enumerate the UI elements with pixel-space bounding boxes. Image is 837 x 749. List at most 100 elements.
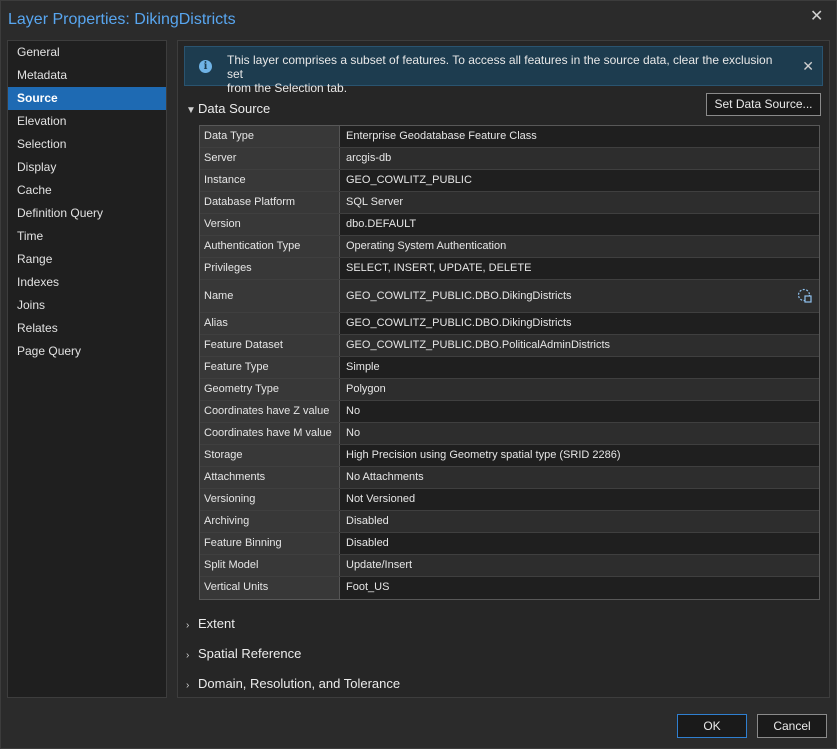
info-icon: i	[199, 60, 212, 73]
sidebar-item-time[interactable]: Time	[8, 225, 166, 248]
sidebar-item-page-query[interactable]: Page Query	[8, 340, 166, 363]
layer-properties-dialog: Layer Properties: DikingDistricts ✕ Gene…	[0, 0, 837, 749]
property-name: Name	[200, 280, 340, 312]
table-row: Feature Dataset GEO_COWLITZ_PUBLIC.DBO.P…	[200, 335, 819, 357]
property-name: Geometry Type	[200, 379, 340, 400]
extent-section-header[interactable]: › Extent	[186, 616, 235, 632]
table-row: Vertical Units Foot_US	[200, 577, 819, 599]
property-name: Coordinates have Z value	[200, 401, 340, 422]
table-row: Database Platform SQL Server	[200, 192, 819, 214]
property-value: Disabled	[340, 533, 819, 554]
sidebar: General Metadata Source Elevation Select…	[7, 40, 167, 698]
table-row: Coordinates have M value No	[200, 423, 819, 445]
table-row: Storage High Precision using Geometry sp…	[200, 445, 819, 467]
table-row: Name GEO_COWLITZ_PUBLIC.DBO.DikingDistri…	[200, 280, 819, 313]
copy-icon[interactable]	[797, 288, 813, 304]
domain-header-label: Domain, Resolution, and Tolerance	[198, 676, 401, 691]
property-name: Alias	[200, 313, 340, 334]
table-row: Server arcgis-db	[200, 148, 819, 170]
domain-section-header[interactable]: › Domain, Resolution, and Tolerance	[186, 676, 400, 692]
sidebar-item-general[interactable]: General	[8, 41, 166, 64]
set-data-source-button[interactable]: Set Data Source...	[706, 93, 821, 116]
property-name: Vertical Units	[200, 577, 340, 599]
table-row: Feature Binning Disabled	[200, 533, 819, 555]
property-name: Authentication Type	[200, 236, 340, 257]
close-icon[interactable]: ✕	[810, 9, 824, 25]
property-value-text: GEO_COWLITZ_PUBLIC.DBO.DikingDistricts	[346, 290, 572, 302]
sidebar-item-selection[interactable]: Selection	[8, 133, 166, 156]
property-name: Database Platform	[200, 192, 340, 213]
sidebar-item-cache[interactable]: Cache	[8, 179, 166, 202]
table-row: Authentication Type Operating System Aut…	[200, 236, 819, 258]
table-row: Privileges SELECT, INSERT, UPDATE, DELET…	[200, 258, 819, 280]
property-value: SELECT, INSERT, UPDATE, DELETE	[340, 258, 819, 279]
property-value: Enterprise Geodatabase Feature Class	[340, 126, 819, 147]
source-panel: i This layer comprises a subset of featu…	[177, 40, 830, 698]
property-name: Storage	[200, 445, 340, 466]
property-name: Archiving	[200, 511, 340, 532]
sidebar-item-range[interactable]: Range	[8, 248, 166, 271]
table-row: Attachments No Attachments	[200, 467, 819, 489]
extent-header-label: Extent	[198, 616, 235, 631]
sidebar-item-joins[interactable]: Joins	[8, 294, 166, 317]
property-value: No	[340, 401, 819, 422]
property-name: Server	[200, 148, 340, 169]
info-message: This layer comprises a subset of feature…	[227, 53, 787, 95]
sidebar-item-indexes[interactable]: Indexes	[8, 271, 166, 294]
table-row: Data Type Enterprise Geodatabase Feature…	[200, 126, 819, 148]
property-value: Not Versioned	[340, 489, 819, 510]
table-row: Alias GEO_COWLITZ_PUBLIC.DBO.DikingDistr…	[200, 313, 819, 335]
sidebar-item-elevation[interactable]: Elevation	[8, 110, 166, 133]
property-value: High Precision using Geometry spatial ty…	[340, 445, 819, 466]
property-name: Split Model	[200, 555, 340, 576]
chevron-right-icon: ›	[186, 620, 190, 631]
info-message-line-2: from the Selection tab.	[227, 81, 348, 95]
property-name: Feature Type	[200, 357, 340, 378]
property-name: Privileges	[200, 258, 340, 279]
table-row: Instance GEO_COWLITZ_PUBLIC	[200, 170, 819, 192]
property-value: dbo.DEFAULT	[340, 214, 819, 235]
table-row: Split Model Update/Insert	[200, 555, 819, 577]
property-value: GEO_COWLITZ_PUBLIC.DBO.DikingDistricts	[340, 313, 819, 334]
property-name: Feature Dataset	[200, 335, 340, 356]
ok-button[interactable]: OK	[677, 714, 747, 738]
property-value: Operating System Authentication	[340, 236, 819, 257]
property-value: GEO_COWLITZ_PUBLIC.DBO.PoliticalAdminDis…	[340, 335, 819, 356]
data-source-section-header[interactable]: ▼ Data Source	[186, 101, 270, 117]
title-bar: Layer Properties: DikingDistricts ✕	[1, 1, 836, 39]
sidebar-item-metadata[interactable]: Metadata	[8, 64, 166, 87]
table-row: Versioning Not Versioned	[200, 489, 819, 511]
sidebar-item-definition-query[interactable]: Definition Query	[8, 202, 166, 225]
cancel-button[interactable]: Cancel	[757, 714, 827, 738]
property-value: GEO_COWLITZ_PUBLIC.DBO.DikingDistricts	[340, 280, 819, 312]
dialog-title: Layer Properties: DikingDistricts	[8, 11, 236, 28]
property-name: Feature Binning	[200, 533, 340, 554]
spatial-reference-section-header[interactable]: › Spatial Reference	[186, 646, 301, 662]
spatial-reference-header-label: Spatial Reference	[198, 646, 302, 661]
sidebar-item-display[interactable]: Display	[8, 156, 166, 179]
table-row: Coordinates have Z value No	[200, 401, 819, 423]
data-source-table: Data Type Enterprise Geodatabase Feature…	[199, 125, 820, 600]
property-name: Attachments	[200, 467, 340, 488]
property-value: Simple	[340, 357, 819, 378]
chevron-right-icon: ›	[186, 680, 190, 691]
info-close-icon[interactable]: ✕	[802, 58, 814, 75]
property-value: Foot_US	[340, 577, 819, 599]
property-name: Instance	[200, 170, 340, 191]
property-name: Coordinates have M value	[200, 423, 340, 444]
property-value: No Attachments	[340, 467, 819, 488]
property-name: Versioning	[200, 489, 340, 510]
table-row: Feature Type Simple	[200, 357, 819, 379]
chevron-down-icon: ▼	[186, 105, 196, 116]
table-row: Version dbo.DEFAULT	[200, 214, 819, 236]
property-value: Disabled	[340, 511, 819, 532]
table-row: Geometry Type Polygon	[200, 379, 819, 401]
sidebar-item-relates[interactable]: Relates	[8, 317, 166, 340]
property-value: GEO_COWLITZ_PUBLIC	[340, 170, 819, 191]
property-value: SQL Server	[340, 192, 819, 213]
info-message-line-1: This layer comprises a subset of feature…	[227, 53, 773, 81]
property-value: Update/Insert	[340, 555, 819, 576]
data-source-header-label: Data Source	[198, 101, 271, 116]
table-row: Archiving Disabled	[200, 511, 819, 533]
sidebar-item-source[interactable]: Source	[8, 87, 166, 110]
